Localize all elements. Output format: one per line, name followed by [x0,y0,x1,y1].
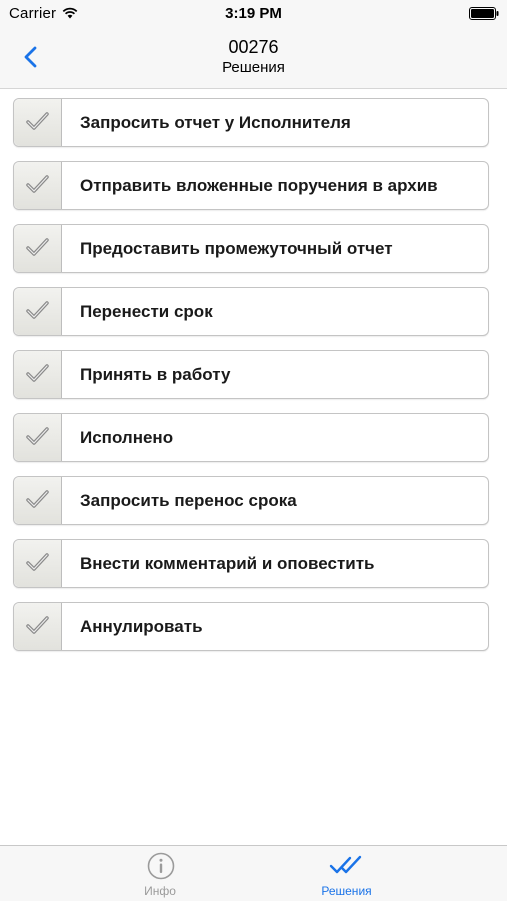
action-item[interactable]: Аннулировать [13,602,489,651]
checkmark-icon [14,414,62,461]
checkmark-icon [14,99,62,146]
checkmark-icon [14,603,62,650]
action-item[interactable]: Предоставить промежуточный отчет [13,224,489,273]
action-item[interactable]: Принять в работу [13,350,489,399]
action-item[interactable]: Перенести срок [13,287,489,336]
action-label: Запросить перенос срока [80,491,297,510]
action-label: Исполнено [80,428,174,447]
checkmark-icon [14,288,62,335]
action-item[interactable]: Отправить вложенные поручения в архив [13,161,489,210]
action-label: Аннулировать [80,617,203,636]
checkmark-icon [14,351,62,398]
checkmark-icon [14,477,62,524]
page-title: 00276 [228,37,279,57]
checkmark-icon [14,225,62,272]
double-check-icon [329,854,365,883]
actions-list: Запросить отчет у Исполнителя Отправить … [13,98,489,665]
action-label: Принять в работу [80,365,231,384]
tab-info[interactable]: Инфо [0,846,253,901]
action-item[interactable]: Запросить отчет у Исполнителя [13,98,489,147]
action-label: Предоставить промежуточный отчет [80,239,393,258]
battery-icon [469,7,499,20]
action-label: Внести комментарий и оповестить [80,554,375,573]
tab-bar: Инфо Решения [0,845,507,901]
action-item[interactable]: Запросить перенос срока [13,476,489,525]
action-item[interactable]: Внести комментарий и оповестить [13,539,489,588]
action-label: Запросить отчет у Исполнителя [80,113,351,132]
checkmark-icon [14,162,62,209]
info-icon [147,852,175,885]
tab-decisions[interactable]: Решения [253,846,506,901]
action-label: Перенести срок [80,302,213,321]
action-item[interactable]: Исполнено [13,413,489,462]
status-time: 3:19 PM [225,5,282,22]
action-label: Отправить вложенные поручения в архив [80,176,438,195]
page-subtitle: Решения [222,59,285,76]
status-bar: Carrier 3:19 PM [0,0,507,28]
navigation-bar: 00276 Решения [0,28,507,88]
checkmark-icon [14,540,62,587]
tab-decisions-label: Решения [321,884,372,898]
header: Carrier 3:19 PM 00276 Решения [0,0,507,89]
